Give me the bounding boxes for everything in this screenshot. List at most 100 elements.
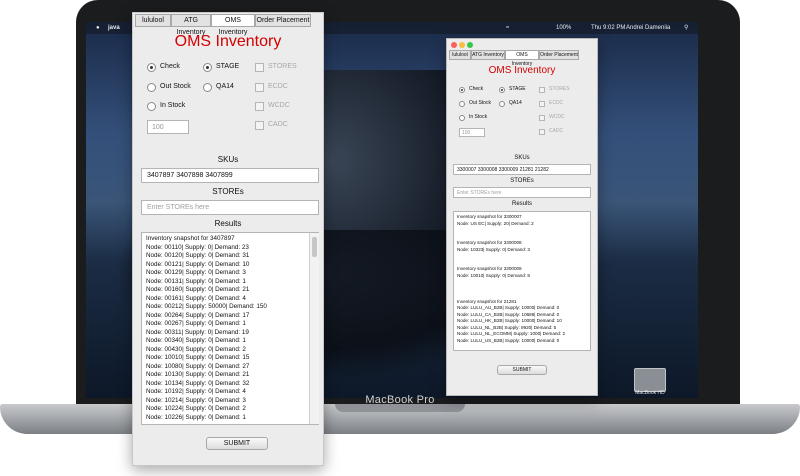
tab-lululool[interactable]: lululool (449, 50, 471, 60)
result-line: Node: 10226| Supply: 0| Demand: 1 (146, 413, 246, 421)
stores-checkbox[interactable] (255, 63, 264, 72)
qa14-radio[interactable] (203, 83, 212, 92)
check-radio[interactable] (147, 63, 156, 72)
check-label: Check (160, 63, 180, 70)
stores-checkbox[interactable] (539, 87, 545, 93)
tab-atg-inventory[interactable]: ATG Inventory (471, 50, 505, 60)
zoom-window-icon[interactable] (467, 42, 473, 48)
cadc-label: CADC (549, 128, 564, 134)
stores-input[interactable]: Enter STOREs here (453, 187, 591, 198)
cadc-label: CADC (268, 121, 288, 128)
stage-radio[interactable] (203, 63, 212, 72)
result-line: Node: 00121| Supply: 0| Demand: 10 (146, 260, 250, 268)
results-label: Results (511, 201, 532, 207)
tab-order-placement[interactable]: Order Placement (539, 50, 579, 60)
cadc-checkbox[interactable] (255, 121, 264, 130)
stores-label: STOREs (212, 187, 244, 196)
quantity-field[interactable]: 100 (147, 120, 189, 134)
skus-input[interactable]: 3407897 3407898 3407899 (141, 168, 319, 183)
tab-oms-inventory[interactable]: OMS Inventory (211, 14, 255, 36)
tab-oms-inventory[interactable]: OMS Inventory (505, 50, 539, 67)
stores-label: STOREs (510, 178, 534, 184)
result-line: Node: LULU_US_B2B| Supply: 10000| Demand… (457, 337, 560, 343)
result-line: Node: 00267| Supply: 0| Demand: 1 (146, 320, 246, 327)
app-window-back: lululool ATG Inventory OMS Inventory Ord… (446, 38, 598, 396)
submit-button[interactable]: SUBMIT (206, 437, 268, 450)
tab-order-placement[interactable]: Order Placement (255, 14, 311, 27)
submit-button[interactable]: SUBMIT (497, 365, 547, 375)
result-line: Node: 10192| Supply: 0| Demand: 4 (146, 388, 246, 395)
stage-label: STAGE (509, 86, 526, 92)
tab-lululool[interactable]: lululool (135, 14, 171, 27)
app-menu[interactable]: java (108, 22, 120, 34)
stores-option-label: STORES (549, 86, 570, 92)
result-line: Node: 00160| Supply: 0| Demand: 21 (146, 286, 250, 293)
close-window-icon[interactable] (451, 42, 457, 48)
results-scrollbar[interactable] (309, 233, 319, 424)
out-stock-label: Out Stock (469, 100, 491, 106)
check-label: Check (469, 86, 484, 92)
wcdc-label: WCDC (268, 102, 290, 109)
wcdc-checkbox[interactable] (255, 102, 264, 111)
in-stock-label: In Stock (469, 114, 488, 120)
qa14-radio[interactable] (499, 101, 505, 107)
skus-input[interactable]: 3300007 3300008 3300009 21281 21282 (453, 164, 591, 175)
result-line: Node: 00264| Supply: 0| Demand: 17 (146, 311, 250, 319)
stores-option-label: STORES (268, 63, 297, 70)
result-line: Node: 10080| Supply: 0| Demand: 27 (146, 362, 250, 370)
ecdc-label: ECDC (268, 83, 288, 90)
search-icon[interactable]: ⚲ (684, 22, 688, 34)
result-line: Node: 10134| Supply: 0| Demand: 32 (146, 379, 250, 387)
tab-atg-inventory[interactable]: ATG Inventory (171, 14, 211, 36)
minimize-window-icon[interactable] (459, 42, 465, 48)
quantity-field[interactable]: 100 (459, 128, 485, 137)
wcdc-checkbox[interactable] (539, 115, 545, 121)
result-line: Node: 10214| Supply: 0| Demand: 3 (146, 396, 246, 404)
skus-label: SKUs (514, 155, 530, 161)
stores-input[interactable]: Enter STOREs here (141, 200, 319, 215)
result-line: Node: 10130| Supply: 0| Demand: 21 (146, 371, 250, 378)
out-stock-radio[interactable] (459, 101, 465, 107)
apple-menu-icon[interactable]: ● (96, 22, 100, 34)
in-stock-label: In Stock (160, 102, 186, 109)
result-line: Node: 00161| Supply: 0| Demand: 4 (146, 294, 246, 302)
in-stock-radio[interactable] (147, 102, 156, 111)
results-area[interactable]: Inventory snapshot for 3407897 Node: 0011… (141, 232, 319, 425)
ecdc-label: ECDC (549, 100, 564, 106)
qa14-label: QA14 (216, 83, 234, 90)
scrollbar-thumb[interactable] (312, 237, 317, 257)
result-line: Node: 00131| Supply: 0| Demand: 1 (146, 277, 246, 285)
qa14-label: QA14 (509, 100, 522, 106)
out-stock-label: Out Stock (160, 83, 191, 90)
result-line: Node: 00129| Supply: 0| Demand: 3 (146, 269, 246, 276)
results-label: Results (214, 219, 242, 228)
ecdc-checkbox[interactable] (539, 101, 545, 107)
in-stock-radio[interactable] (459, 115, 465, 121)
result-line: Node: 00430| Supply: 0| Demand: 2 (146, 345, 246, 353)
cadc-checkbox[interactable] (539, 129, 545, 135)
results-area[interactable]: Inventory snapshot for 3300007 Node: US E… (453, 211, 591, 351)
page-title: OMS Inventory (488, 65, 556, 76)
user-menu[interactable]: Andrei Dameniia (626, 22, 670, 34)
hard-drive-icon[interactable] (634, 368, 666, 392)
wcdc-label: WCDC (549, 114, 565, 120)
result-line: Node: 00110| Supply: 0| Demand: 23 (146, 243, 249, 251)
skus-label: SKUs (217, 155, 239, 164)
out-stock-radio[interactable] (147, 83, 156, 92)
result-line: Node: 10224| Supply: 0| Demand: 2 (146, 405, 246, 412)
stage-radio[interactable] (499, 87, 505, 93)
wifi-icon[interactable]: ≈ (506, 22, 509, 34)
ecdc-checkbox[interactable] (255, 83, 264, 92)
result-line: Node: 00212| Supply: 50000| Demand: 150 (146, 303, 267, 310)
battery-label: 100% (556, 25, 572, 31)
check-radio[interactable] (459, 87, 465, 93)
stage-label: STAGE (216, 63, 240, 70)
result-line: Node: 00311| Supply: 0| Demand: 19 (146, 328, 249, 336)
hard-drive-label: MacBook HD (635, 390, 665, 396)
app-window-front: lululool ATG Inventory OMS Inventory Ord… (132, 12, 324, 466)
result-line: Node: 00340| Supply: 0| Demand: 1 (146, 337, 246, 344)
clock[interactable]: Thu 9:02 PM (591, 22, 625, 34)
result-line: Node: 00120| Supply: 0| Demand: 31 (146, 252, 250, 259)
result-line: Inventory snapshot for 3407897 (146, 235, 235, 242)
result-line: Node: 10010| Supply: 0| Demand: 15 (146, 354, 250, 361)
